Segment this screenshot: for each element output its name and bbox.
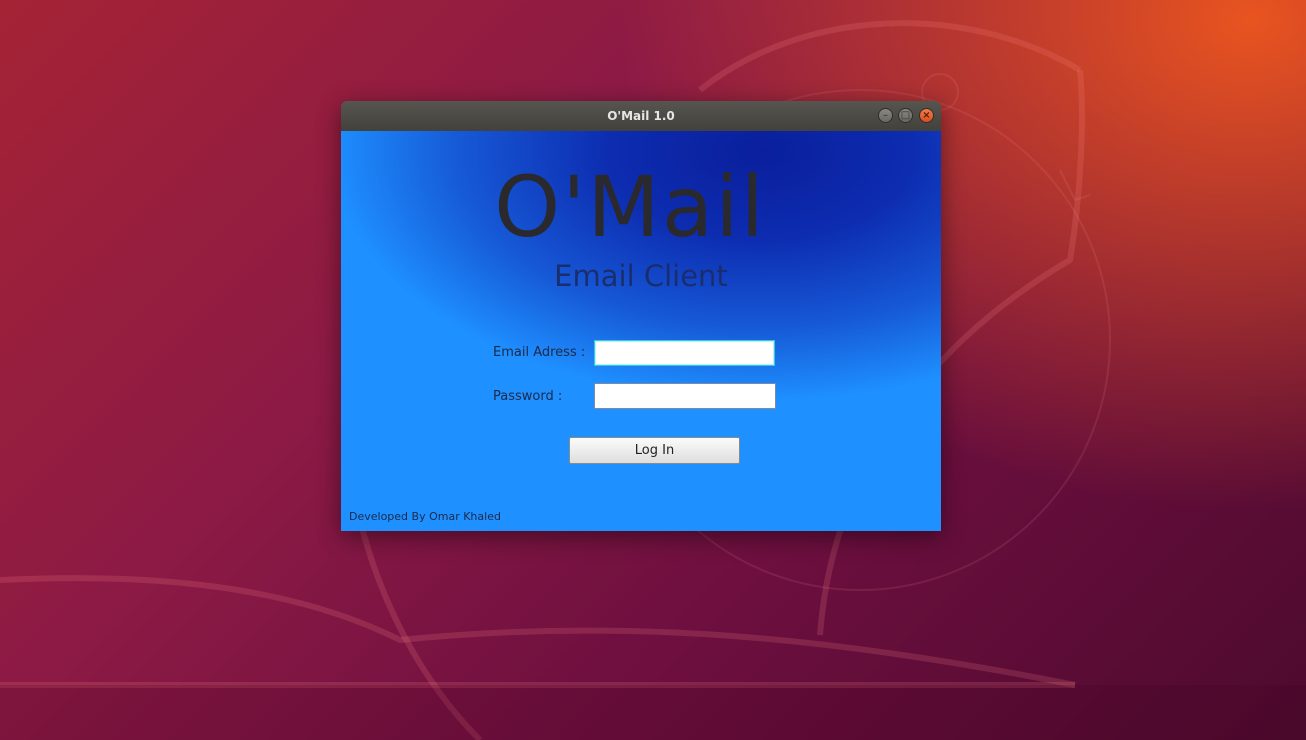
login-button[interactable]: Log In bbox=[569, 437, 740, 464]
password-label: Password : bbox=[493, 389, 563, 404]
minimize-button[interactable]: – bbox=[878, 108, 893, 123]
developer-credit: Developed By Omar Khaled bbox=[349, 510, 501, 523]
login-panel: O'Mail Email Client Email Adress : Passw… bbox=[341, 131, 941, 531]
maximize-button[interactable]: □ bbox=[898, 108, 913, 123]
window-title: O'Mail 1.0 bbox=[607, 109, 675, 123]
password-field[interactable] bbox=[594, 383, 776, 409]
app-logo: O'Mail bbox=[494, 158, 766, 256]
email-field[interactable] bbox=[594, 340, 775, 366]
omail-window: O'Mail 1.0 – □ × O'Mail Email Client Ema… bbox=[341, 101, 941, 531]
app-subtitle: Email Client bbox=[554, 259, 728, 293]
title-bar[interactable]: O'Mail 1.0 – □ × bbox=[341, 101, 941, 132]
email-label: Email Adress : bbox=[493, 345, 586, 360]
close-button[interactable]: × bbox=[919, 108, 934, 123]
